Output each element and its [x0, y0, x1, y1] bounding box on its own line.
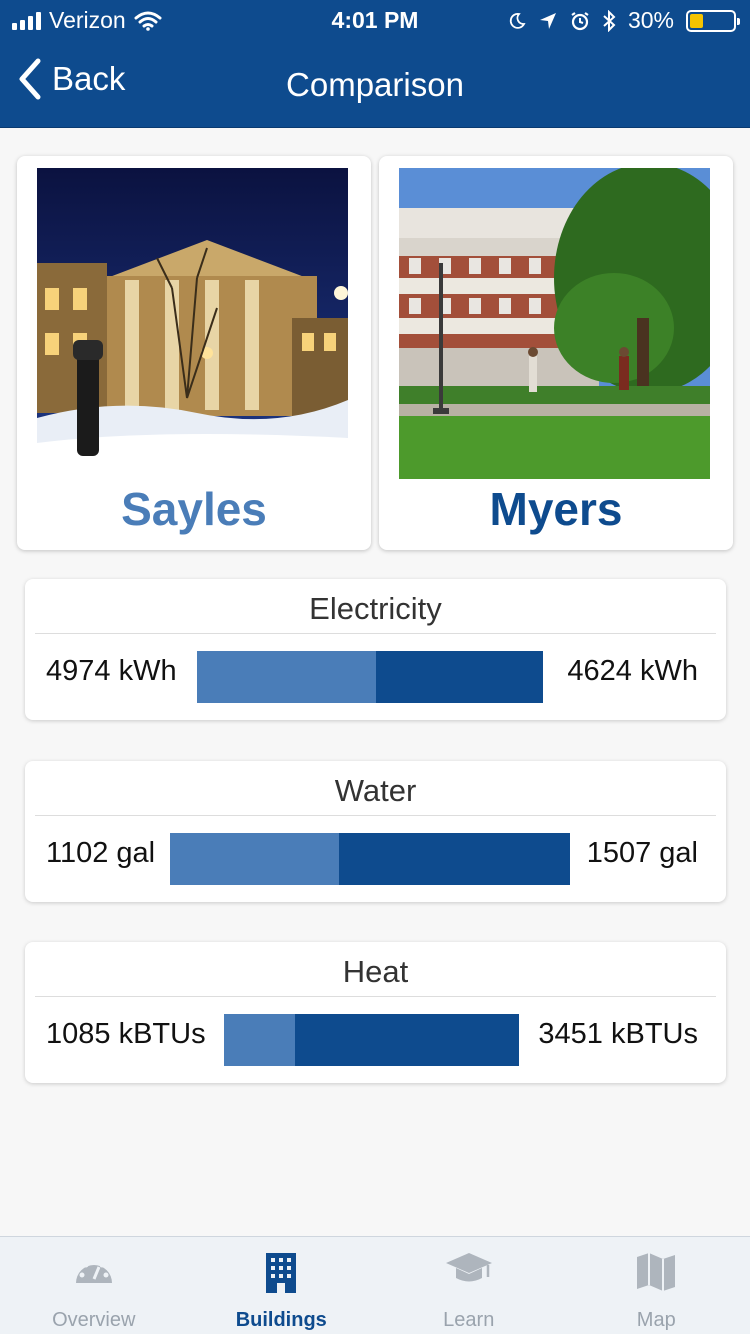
battery-fill: [690, 13, 703, 28]
battery-percent: 30%: [627, 7, 674, 33]
metric-card-heat: Heat 1085 kBTUs 3451 kBTUs: [25, 942, 726, 1083]
tab-label: Overview: [52, 1309, 136, 1331]
map-icon: [637, 1253, 676, 1291]
divider: [35, 633, 716, 634]
divider: [35, 996, 716, 997]
building-photo-sayles: [37, 168, 348, 479]
divider: [35, 815, 716, 816]
moon-icon: [509, 12, 526, 29]
metric-right-value: 1507 gal: [586, 837, 698, 869]
building-cards: Sayles Myers: [17, 156, 733, 550]
comparison-bar: [197, 651, 543, 703]
bar-segment-sayles: [170, 833, 339, 885]
alarm-icon: [571, 11, 589, 30]
bar-segment-myers: [376, 651, 543, 703]
tab-label: Map: [636, 1309, 676, 1331]
building-card-myers[interactable]: Myers: [379, 156, 733, 550]
dashboard-gauge-icon: [75, 1258, 112, 1283]
bluetooth-icon: [603, 9, 616, 32]
tab-learn[interactable]: Learn: [375, 1237, 563, 1334]
metric-left-value: 4974 kWh: [46, 655, 177, 687]
metric-title: Electricity: [309, 591, 442, 626]
tab-bar: Overview Buildings Learn Map: [0, 1236, 750, 1334]
bar-segment-myers: [295, 1014, 519, 1066]
comparison-bar: [224, 1014, 519, 1066]
metric-card-water: Water 1102 gal 1507 gal: [25, 761, 726, 902]
metric-title: Heat: [342, 954, 409, 989]
tab-overview[interactable]: Overview: [0, 1237, 188, 1334]
bar-segment-myers: [339, 833, 570, 885]
building-name-sayles: Sayles: [121, 483, 267, 535]
tab-label: Buildings: [235, 1309, 327, 1331]
back-button[interactable]: Back: [18, 58, 125, 100]
nav-bar: Back Comparison: [0, 40, 750, 128]
metric-left-value: 1085 kBTUs: [46, 1018, 206, 1050]
metric-left-value: 1102 gal: [46, 837, 156, 869]
building-name-myers: Myers: [489, 483, 623, 535]
graduation-cap-icon: [445, 1253, 492, 1282]
back-label: Back: [52, 60, 126, 97]
tab-label: Learn: [443, 1309, 495, 1331]
bar-segment-sayles: [197, 651, 376, 703]
chevron-left-icon: [19, 58, 41, 100]
location-arrow-icon: [539, 12, 556, 29]
metric-right-value: 3451 kBTUs: [538, 1018, 698, 1050]
metric-card-electricity: Electricity 4974 kWh 4624 kWh: [25, 579, 726, 720]
status-bar: Verizon 4:01 PM 30%: [0, 0, 750, 40]
metric-right-value: 4624 kWh: [567, 655, 698, 687]
bar-segment-sayles: [224, 1014, 295, 1066]
tab-buildings[interactable]: Buildings: [188, 1237, 376, 1334]
building-photo-myers: [399, 168, 710, 479]
battery-icon: [686, 9, 740, 32]
building-card-sayles[interactable]: Sayles: [17, 156, 371, 550]
navigation-header: Verizon 4:01 PM 30% Back Comparison: [0, 0, 750, 128]
tab-map[interactable]: Map: [563, 1237, 750, 1334]
comparison-bar: [170, 833, 570, 885]
metric-title: Water: [334, 773, 417, 808]
building-icon: [266, 1253, 297, 1293]
